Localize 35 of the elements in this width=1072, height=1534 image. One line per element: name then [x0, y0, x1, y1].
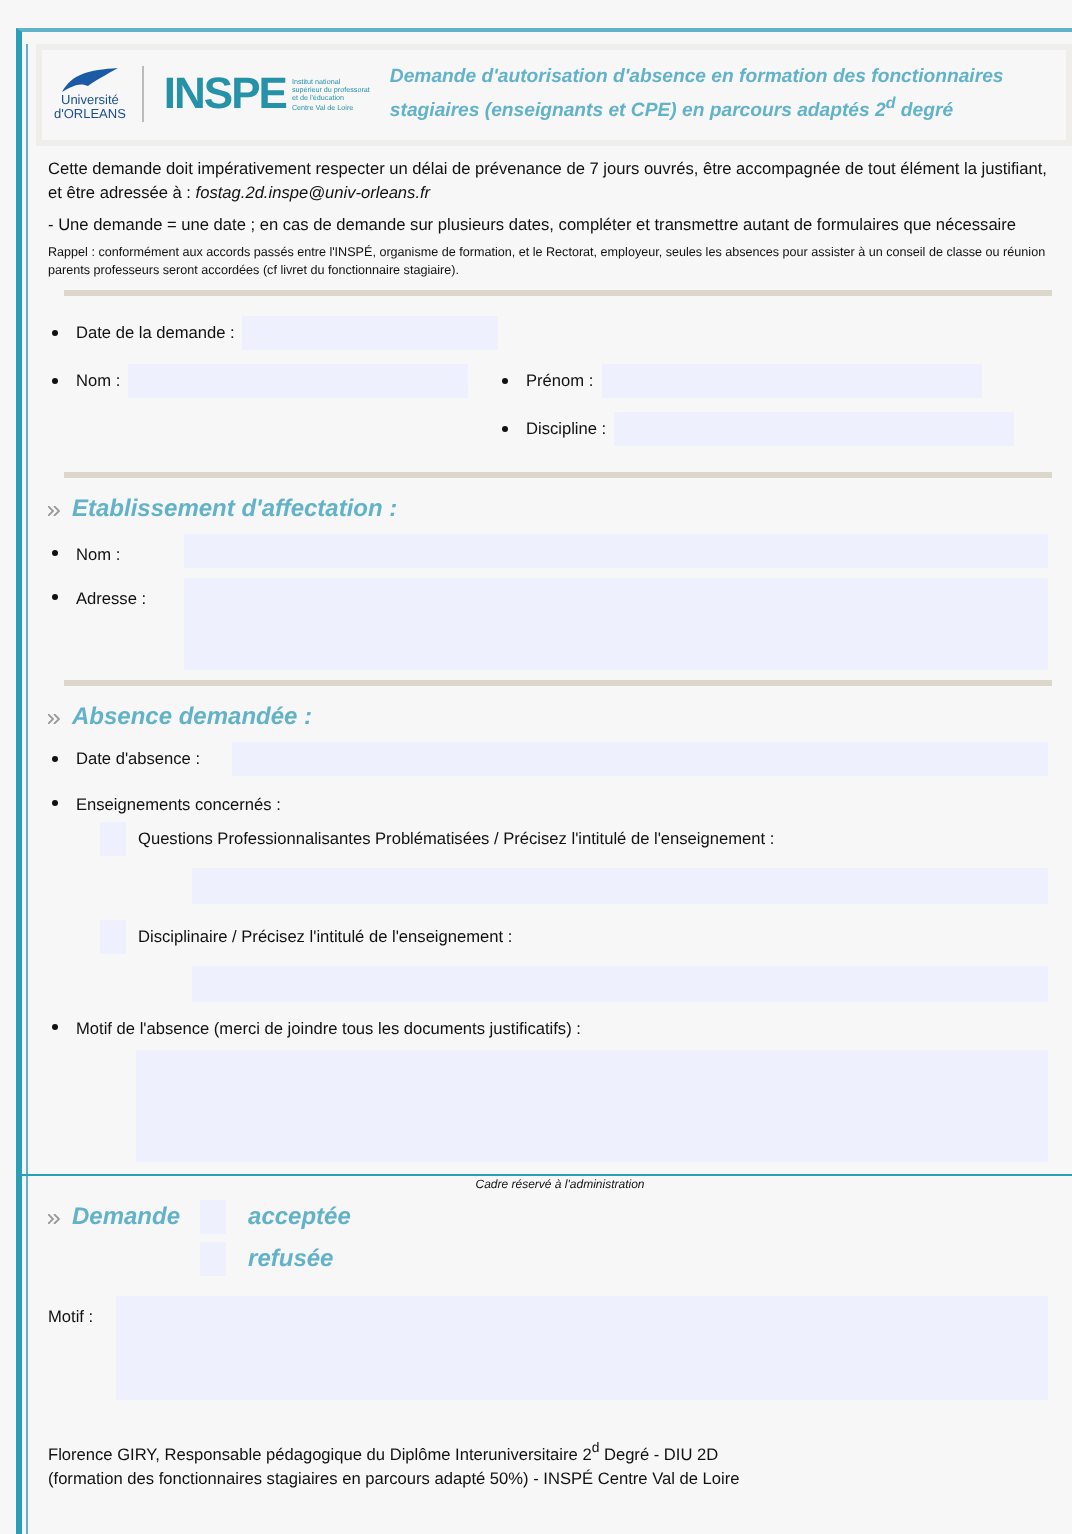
- footer-text: (formation des fonctionnaires stagiaires en parcours adapté 50%) - INSPÉ Centre Val de Loire: [48, 1465, 742, 1490]
- field-label: Motif de l'absence (merci de joindre tous les documents justificatifs) :: [76, 1017, 581, 1038]
- bullet-icon: [52, 377, 58, 384]
- bullet-icon: [52, 755, 58, 762]
- bullet-icon: [52, 593, 58, 600]
- bullet-icon: [52, 800, 58, 807]
- chevron-icon: [48, 1214, 60, 1225]
- decision-label: Demande: [72, 1202, 181, 1231]
- field-label: Nom :: [76, 370, 121, 391]
- section-title: Etablissement d'affectation :: [72, 493, 398, 522]
- field-label: Prénom :: [526, 370, 594, 391]
- chevron-icon: [48, 505, 60, 516]
- field-label: Motif :: [48, 1305, 96, 1330]
- instruction-text: Cette demande doit impérativement respecter un délai de prévenance de 7 jours ouvrés, être accompagnée de tout élément la justifiant, et être adressée à : fostag.2d.inspe@univ-orleans.fr: [48, 155, 1049, 204]
- option-label: refusée: [248, 1244, 336, 1273]
- form-title: Demande d'autorisation d'absence en formation des fonctionnaires stagiaires (enseignants et CPE) en parcours adaptés 2$^{d}$ degré: [389, 64, 1006, 128]
- option-label: acceptée: [248, 1202, 351, 1231]
- field-label: Nom :: [76, 543, 123, 568]
- bullet-icon: [502, 377, 508, 384]
- wave-icon: [59, 66, 120, 95]
- chevron-icon: [48, 713, 60, 724]
- instruction-text: - Une demande = une date ; en cas de demande sur plusieurs dates, compléter et transmettre autant de formulaires que nécessaire: [48, 211, 1019, 236]
- field-label: Discipline :: [526, 418, 607, 439]
- field-label: Date d'absence :: [76, 748, 201, 769]
- option-label: Disciplinaire / Précisez l'intitulé de l'enseignement :: [138, 926, 513, 947]
- option-label: Questions Professionnalisantes Problématisées / Précisez l'intitulé de l'enseignement :: [138, 828, 775, 849]
- bullet-icon: [52, 549, 58, 556]
- field-label: Date de la demande :: [76, 322, 235, 343]
- field-label: Adresse :: [76, 587, 149, 612]
- bullet-icon: [52, 1024, 58, 1031]
- bullet-icon: [52, 329, 58, 336]
- bullet-icon: [502, 425, 508, 432]
- field-label: Enseignements concernés :: [76, 793, 281, 814]
- section-title: Absence demandée :: [72, 701, 313, 730]
- footer-text: Florence GIRY, Responsable pédagogique du Diplôme Interuniversitaire 2$^{d}$ Degré - DIU 2D: [48, 1439, 721, 1466]
